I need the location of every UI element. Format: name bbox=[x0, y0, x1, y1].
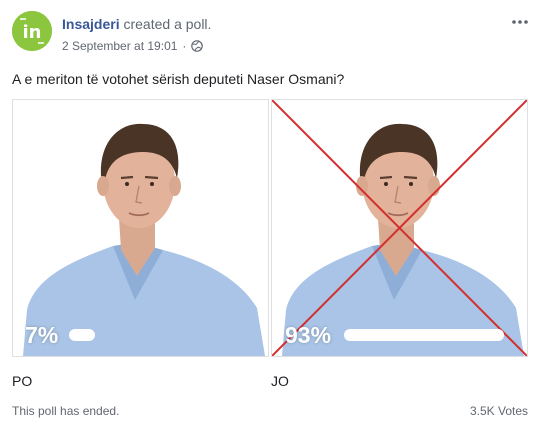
insajderi-logo: in bbox=[12, 11, 52, 51]
post-meta: 2 September at 19:01 · bbox=[62, 38, 204, 54]
more-options-icon[interactable] bbox=[510, 14, 530, 30]
result-bar bbox=[344, 329, 516, 341]
candidate-photo bbox=[272, 100, 527, 356]
author-link[interactable]: Insajderi bbox=[62, 16, 120, 32]
option-percent: 93% bbox=[285, 322, 332, 348]
page-avatar[interactable]: in bbox=[12, 11, 52, 51]
poll-option-po[interactable]: 7% bbox=[12, 99, 269, 357]
vote-count[interactable]: 3.5K Votes bbox=[470, 403, 528, 419]
globe-icon[interactable] bbox=[191, 40, 204, 52]
poll-option-jo[interactable]: 93% bbox=[271, 99, 528, 357]
avatar-logo-text: in bbox=[23, 22, 42, 43]
poll-post: in Insajderi created a poll. 2 September… bbox=[0, 0, 542, 442]
meta-separator: · bbox=[182, 39, 187, 53]
post-action-text: created a poll. bbox=[123, 16, 212, 32]
result-bar-fill bbox=[344, 329, 504, 341]
result-bar bbox=[69, 329, 259, 341]
poll-question: A e meriton të votohet sërish deputeti N… bbox=[12, 71, 345, 87]
result-bar-fill bbox=[69, 329, 95, 341]
author-line: Insajderi created a poll. bbox=[62, 15, 211, 33]
option-label-po: PO bbox=[12, 373, 33, 389]
option-label-jo: JO bbox=[271, 373, 289, 389]
post-timestamp[interactable]: 2 September at 19:01 bbox=[62, 38, 177, 54]
candidate-photo bbox=[13, 100, 268, 356]
option-percent: 7% bbox=[25, 322, 59, 348]
poll-status: This poll has ended. bbox=[12, 404, 120, 418]
